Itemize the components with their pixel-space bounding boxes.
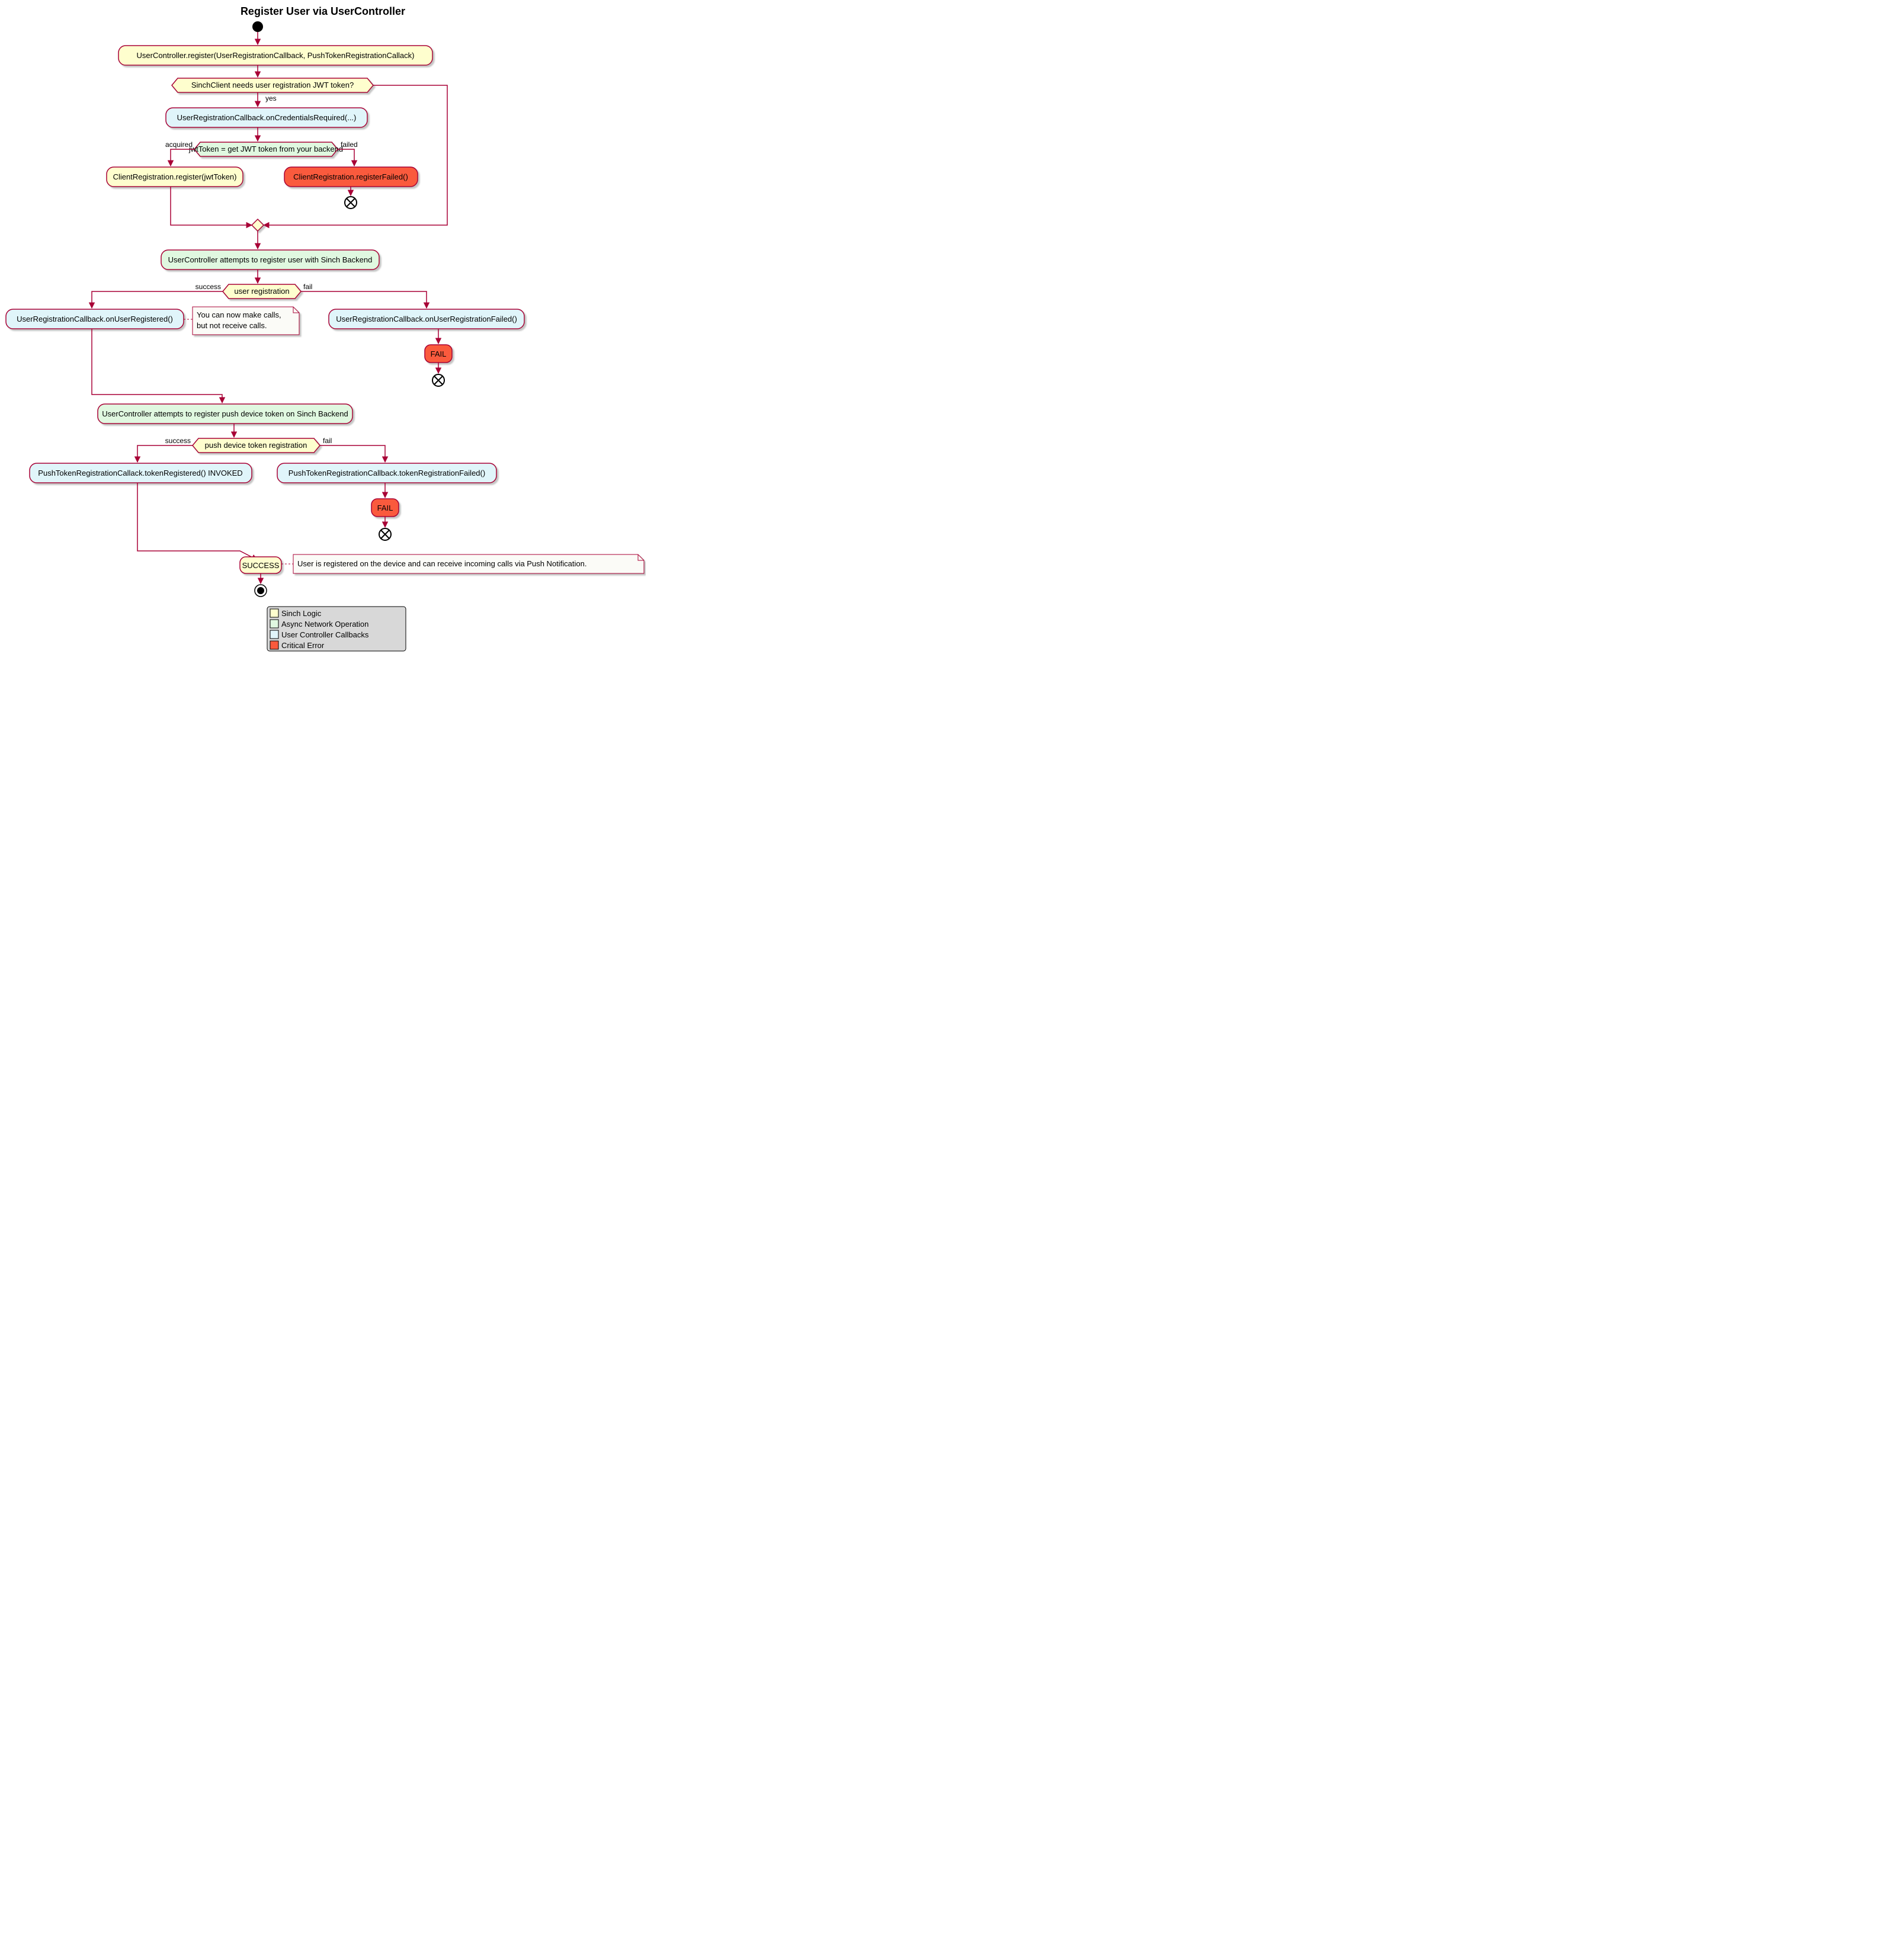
node-register-jwt-text: ClientRegistration.register(jwtToken) [113, 172, 237, 181]
decision-get-jwt-text: jwtToken = get JWT token from your backe… [188, 145, 343, 153]
note-make-calls-line1: You can now make calls, [197, 310, 281, 319]
legend-swatch-2 [270, 620, 278, 628]
edge-d3-fail-label: fail [303, 283, 312, 291]
node-token-failed-text: PushTokenRegistrationCallback.tokenRegis… [289, 469, 485, 477]
edge-d3-fail [301, 291, 427, 308]
legend-swatch-3 [270, 630, 278, 639]
node-success-text: SUCCESS [242, 561, 280, 570]
node-register-push-text: UserController attempts to register push… [102, 409, 348, 418]
decision-user-registration-text: user registration [234, 287, 289, 296]
node-fail-1-text: FAIL [431, 350, 447, 358]
node-fail-2-text: FAIL [377, 504, 393, 512]
activity-diagram: Register User via UserController UserCon… [0, 0, 646, 653]
edge-n6-n9 [92, 329, 222, 403]
node-register-backend-text: UserController attempts to register user… [168, 255, 373, 264]
legend-label-3: User Controller Callbacks [281, 630, 369, 639]
edge-d2-acquired-label: acquired [165, 140, 193, 149]
edge-n10-n13 [137, 483, 257, 560]
node-register-text: UserController.register(UserRegistration… [137, 51, 415, 60]
note-receive-calls-text: User is registered on the device and can… [297, 559, 586, 568]
decision-jwt-needed-text: SinchClient needs user registration JWT … [191, 81, 354, 89]
edge-d2-failed-label: failed [341, 140, 358, 149]
edge-d1-yes-label: yes [265, 94, 277, 102]
legend-swatch-4 [270, 641, 278, 649]
edge-n3-merge [171, 187, 252, 225]
decision-push-registration-text: push device token registration [205, 441, 307, 450]
note-make-calls-line2: but not receive calls. [197, 321, 267, 330]
merge-diamond [252, 219, 264, 231]
edge-d4-fail [320, 445, 385, 462]
node-on-user-registration-failed-text: UserRegistrationCallback.onUserRegistrat… [336, 315, 517, 323]
edge-d3-success [92, 291, 223, 308]
activity-final-inner [257, 587, 264, 594]
edge-d4-fail-label: fail [323, 437, 332, 445]
edge-d3-success-label: success [195, 283, 221, 291]
legend-label-4: Critical Error [281, 641, 325, 650]
legend-swatch-1 [270, 609, 278, 617]
node-register-failed-text: ClientRegistration.registerFailed() [293, 172, 408, 181]
edge-d4-success-label: success [165, 437, 191, 445]
start-node [252, 21, 263, 32]
diagram-title: Register User via UserController [241, 5, 405, 17]
node-on-user-registered-text: UserRegistrationCallback.onUserRegistere… [17, 315, 173, 323]
edge-d4-success [137, 445, 193, 462]
node-on-credentials-required-text: UserRegistrationCallback.onCredentialsRe… [177, 113, 357, 122]
node-token-registered-text: PushTokenRegistrationCallack.tokenRegist… [38, 469, 242, 477]
legend-label-1: Sinch Logic [281, 609, 322, 618]
legend-label-2: Async Network Operation [281, 620, 368, 629]
